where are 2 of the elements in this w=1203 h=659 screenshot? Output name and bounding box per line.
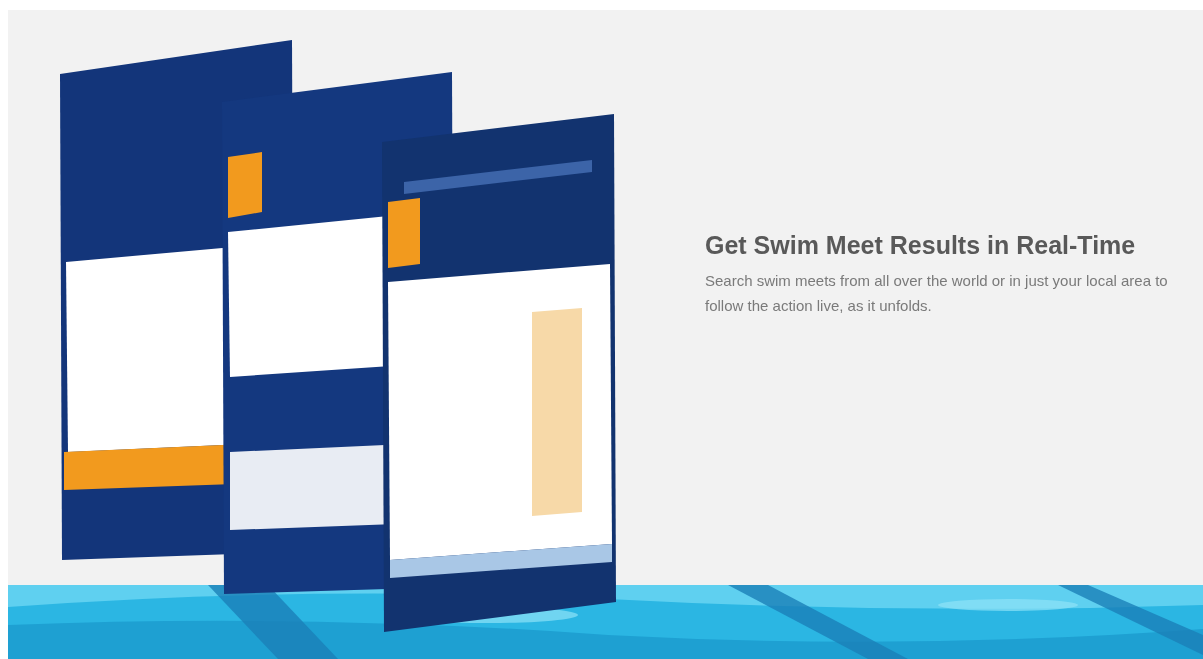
section-description: Search swim meets from all over the world or in just your local area to follow the action live, as it unfolds.: [705, 271, 1169, 316]
section-heading: Get Swim Meet Results in Real-Time: [705, 230, 1137, 260]
